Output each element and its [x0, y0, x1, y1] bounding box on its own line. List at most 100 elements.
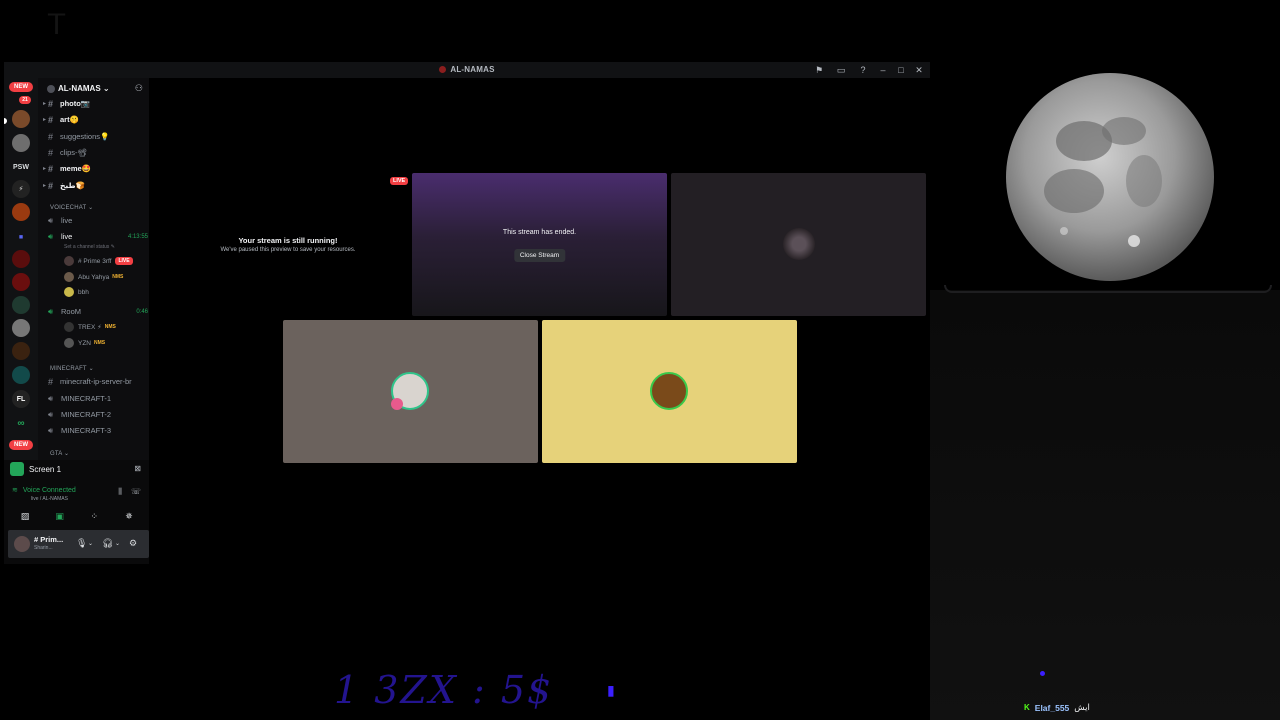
minimize-icon[interactable]: – [874, 64, 892, 76]
server-icon[interactable] [12, 110, 30, 128]
close-icon[interactable]: ✕ [910, 64, 928, 76]
user-panel[interactable]: # Prim... Sharin... 🎙︎ ⌄ 🎧︎ ⌄ ⚙ [8, 530, 149, 558]
voice-channel-live-2[interactable]: 🔊︎ live 4:13:55 [48, 230, 148, 243]
server-icon[interactable] [12, 342, 30, 360]
voice-member[interactable]: YZN NMS [64, 337, 105, 349]
server-icon[interactable]: ⚡ [12, 180, 30, 198]
voice-channel-live-1[interactable]: 🔊︎ live [48, 214, 72, 227]
noise-suppression-icon[interactable]: ⫼ [118, 487, 122, 497]
voice-timer: 0:46 [136, 308, 148, 315]
participant-tile[interactable] [283, 320, 538, 463]
channel-meme[interactable]: ▸ # meme🤩 [43, 162, 91, 175]
server-icon-fl[interactable]: FL [12, 390, 30, 408]
participant-tile[interactable] [542, 320, 797, 463]
server-icon[interactable] [12, 134, 30, 152]
voice-member[interactable]: Abu Yahya NMS [64, 271, 123, 283]
server-name[interactable]: AL-NAMAS ⌄ [58, 84, 110, 93]
category-voicechat[interactable]: VOICECHAT ⌄ [50, 204, 93, 211]
mic-icon[interactable]: 🎙︎ [76, 538, 87, 549]
channel-suggestions[interactable]: # suggestions💡 [48, 130, 109, 143]
avatar [650, 372, 688, 410]
server-icon-psw[interactable]: PSW [12, 158, 30, 176]
participant-tile[interactable] [671, 173, 926, 316]
disconnect-icon[interactable]: ☏ [131, 487, 141, 497]
avatar [14, 536, 30, 552]
voice-channel-minecraft-1[interactable]: 🔊︎ MINECRAFT-1 [48, 392, 111, 405]
count-badge: 21 [19, 96, 31, 104]
ghost-logo: ꓔ [47, 8, 66, 41]
new-badge: NEW [9, 440, 33, 450]
channel-status[interactable]: Set a channel status ✎ [64, 244, 115, 250]
channel-photo[interactable]: ▸ # photo📷 [43, 97, 90, 110]
window-title: AL-NAMAS [4, 65, 930, 74]
flag-icon[interactable]: ⚑ [808, 64, 830, 76]
close-stream-button[interactable]: Close Stream [513, 249, 566, 262]
hash-icon: # [48, 180, 54, 191]
stop-share-icon[interactable]: ⊠ [134, 464, 141, 473]
avatar-decoration [391, 398, 403, 410]
chevron-down-icon[interactable]: ⌄ [115, 540, 120, 547]
maximize-icon[interactable]: □ [892, 64, 910, 76]
discover-icon[interactable]: ∞ [12, 414, 30, 432]
titlebar-icons: ⚑ ▭ ? – □ ✕ [808, 64, 928, 76]
voice-channel-room[interactable]: 🔊︎ RooM 0:46 [48, 305, 148, 318]
hash-icon: # [48, 98, 54, 109]
channel-cooking[interactable]: ▸ # طبخ🍞 [43, 179, 85, 192]
hash-icon: # [48, 376, 54, 387]
chat-message: K Elaf_555 ايش [1024, 702, 1090, 713]
camera-off-icon[interactable]: ▨ [12, 508, 38, 524]
server-icon[interactable] [12, 319, 30, 337]
ended-stream-tile[interactable]: This stream has ended. Close Stream [412, 173, 667, 316]
live-badge: LIVE [115, 257, 133, 265]
chevron-down-icon[interactable]: ⌄ [88, 540, 93, 547]
settings-gear-icon[interactable]: ⚙ [129, 538, 137, 549]
server-icon[interactable] [12, 203, 30, 221]
screen-share-active-icon[interactable]: ▣ [47, 508, 73, 524]
server-icon[interactable] [12, 250, 30, 268]
hash-icon: # [48, 114, 54, 125]
invite-icon[interactable]: ⚇ [135, 83, 143, 94]
voice-member[interactable]: # Prime 3rff LIVE [64, 255, 133, 267]
server-status-icon [47, 85, 55, 93]
svg-text:ꓔ: ꓔ [47, 8, 66, 41]
help-icon[interactable]: ? [852, 64, 874, 76]
avatar [64, 272, 74, 282]
screen-share-row[interactable]: Screen 1 [10, 462, 61, 476]
voice-member[interactable]: bbh [64, 286, 89, 298]
cursor-icon: ▮ [607, 682, 615, 698]
server-icon[interactable] [12, 296, 30, 314]
server-icon[interactable] [12, 366, 30, 384]
stream-running-notice: Your stream is still running! We've paus… [203, 236, 373, 253]
voice-channel-path[interactable]: live / AL-NAMAS [31, 496, 68, 502]
folder-icon[interactable]: ■ [12, 228, 30, 246]
voice-channel-minecraft-2[interactable]: 🔊︎ MINECRAFT-2 [48, 408, 111, 421]
voice-member[interactable]: TREX ⚡ NMS [64, 321, 116, 333]
speaker-icon: 🔊︎ [48, 306, 54, 316]
running-title: Your stream is still running! [238, 236, 338, 245]
voice-channel-minecraft-3[interactable]: 🔊︎ MINECRAFT-3 [48, 424, 111, 437]
speaker-icon: 🔊︎ [48, 393, 54, 403]
channel-clips[interactable]: # clips-📽 [48, 146, 87, 159]
activities-icon[interactable]: ⁘ [81, 508, 107, 524]
hash-icon: # [48, 147, 54, 158]
chat-username: Elaf_555 [1034, 702, 1070, 713]
headphones-icon[interactable]: 🎧︎ [102, 538, 113, 549]
server-dot-icon [439, 66, 447, 73]
voice-connected[interactable]: ≋ Voice Connected [12, 486, 76, 494]
server-icon[interactable] [12, 273, 30, 291]
category-minecraft[interactable]: MINECRAFT ⌄ [50, 365, 94, 372]
server-header[interactable]: AL-NAMAS ⌄ ⚇ [38, 82, 149, 96]
channel-minecraft-ip[interactable]: # minecraft-ip-server-br [48, 375, 132, 388]
live-badge: LIVE [390, 177, 409, 185]
avatar [64, 338, 74, 348]
category-gta[interactable]: GTA ⌄ [50, 450, 69, 457]
avatar [783, 228, 815, 260]
soundboard-icon[interactable]: ✵ [116, 508, 142, 524]
activity-row: ▨ ▣ ⁘ ✵ [12, 508, 142, 524]
channel-art[interactable]: ▸ # art🤫 [43, 113, 79, 126]
inbox-icon[interactable]: ▭ [830, 64, 852, 76]
kick-icon: K [1024, 703, 1030, 712]
role-tag: NMS [104, 324, 116, 330]
discord-window: AL-NAMAS ⚑ ▭ ? – □ ✕ NEW 21 PSW ⚡ ■ FL ∞… [4, 62, 930, 564]
voice-timer: 4:13:55 [127, 233, 148, 240]
